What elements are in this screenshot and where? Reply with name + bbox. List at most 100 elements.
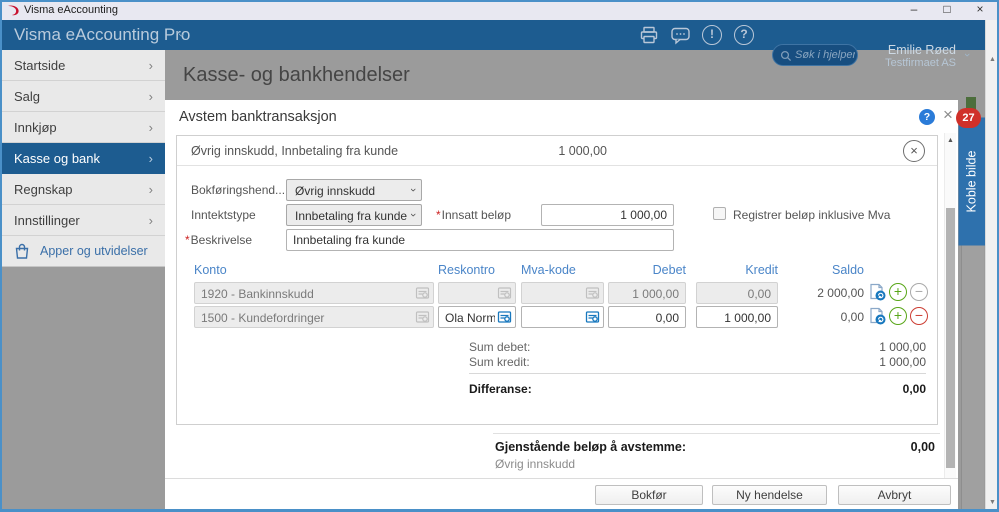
modal-help-icon[interactable]: ? bbox=[919, 109, 935, 125]
sum-debet-value: 1 000,00 bbox=[879, 340, 926, 354]
shopping-bag-icon bbox=[15, 243, 29, 259]
sidebar-item-label: Innstillinger bbox=[14, 213, 80, 228]
income-type-dropdown[interactable]: Innbetaling fra kunde › bbox=[286, 204, 422, 226]
remaining-label: Gjenstående beløp å avstemme: bbox=[495, 440, 687, 454]
chevron-down-icon: › bbox=[407, 213, 420, 217]
sum-kredit-label: Sum kredit: bbox=[469, 355, 530, 369]
remaining-divider bbox=[493, 433, 940, 434]
kredit-field: 0,00 bbox=[696, 282, 778, 304]
column-header-mva: Mva-kode bbox=[521, 263, 576, 277]
lookup-icon bbox=[497, 287, 512, 299]
remaining-value: 0,00 bbox=[910, 440, 935, 454]
kredit-field[interactable]: 1 000,00 bbox=[696, 306, 778, 328]
sidebar-item-apper-og-utvidelser[interactable]: Apper og utvidelser bbox=[0, 236, 165, 267]
mva-field bbox=[521, 282, 604, 304]
chevron-down-icon: › bbox=[407, 188, 420, 192]
scroll-down-icon[interactable]: ▼ bbox=[989, 499, 996, 506]
visma-logo-icon bbox=[8, 5, 19, 16]
window-close-button[interactable]: × bbox=[969, 0, 991, 20]
deposit-amount-label: *Innsatt beløp bbox=[436, 208, 511, 222]
scroll-up-icon[interactable]: ▲ bbox=[989, 56, 996, 63]
description-label-text: Beskrivelse bbox=[190, 233, 253, 247]
kredit-value: 1 000,00 bbox=[724, 311, 771, 325]
chevron-right-icon: › bbox=[148, 182, 153, 197]
deposit-amount-label-text: Innsatt beløp bbox=[441, 208, 512, 222]
sidebar-item-startside[interactable]: Startside › bbox=[0, 50, 165, 81]
saldo-value: 2 000,00 bbox=[817, 286, 864, 300]
reskontro-field bbox=[438, 282, 516, 304]
differanse-label: Differanse: bbox=[469, 382, 532, 396]
sidebar-item-salg[interactable]: Salg › bbox=[0, 81, 165, 112]
sidebar-item-kasse-og-bank[interactable]: Kasse og bank › bbox=[0, 143, 165, 174]
reskontro-value: Ola Norman bbox=[445, 311, 495, 325]
search-input[interactable] bbox=[795, 46, 855, 64]
bokfor-button[interactable]: Bokfør bbox=[595, 485, 703, 505]
mva-field[interactable] bbox=[521, 306, 604, 328]
print-icon[interactable] bbox=[639, 25, 659, 45]
chevron-right-icon: › bbox=[148, 89, 153, 104]
reskontro-field[interactable]: Ola Norman bbox=[438, 306, 516, 328]
koble-bilde-tab[interactable]: Koble bilde bbox=[958, 117, 986, 246]
income-type-value: Innbetaling fra kunde bbox=[295, 209, 408, 223]
app-name[interactable]: Visma eAccounting Pro bbox=[14, 25, 190, 45]
vat-inclusive-label: Registrer beløp inklusive Mva bbox=[733, 208, 891, 222]
chevron-right-icon: › bbox=[148, 120, 153, 135]
description-label: *Beskrivelse bbox=[185, 233, 252, 247]
remove-row-icon[interactable]: − bbox=[910, 307, 928, 325]
user-chevron-down-icon[interactable]: › bbox=[961, 53, 973, 57]
lookup-icon[interactable] bbox=[497, 310, 512, 325]
add-row-icon[interactable]: + bbox=[889, 307, 907, 325]
required-mark: * bbox=[185, 233, 190, 247]
modal-close-icon[interactable]: × bbox=[943, 105, 953, 125]
transaction-summary-amount: 1 000,00 bbox=[558, 144, 607, 158]
sidebar-item-label: Salg bbox=[14, 89, 41, 104]
journal-entry-icon[interactable] bbox=[868, 307, 887, 326]
remove-transaction-icon[interactable]: × bbox=[903, 140, 925, 162]
sidebar-item-innstillinger[interactable]: Innstillinger › bbox=[0, 205, 165, 236]
sidebar-item-label: Regnskap bbox=[14, 182, 73, 197]
column-header-kredit: Kredit bbox=[745, 263, 778, 277]
remaining-subtext: Øvrig innskudd bbox=[495, 457, 576, 471]
column-header-debet: Debet bbox=[652, 263, 686, 277]
notifications-icon[interactable]: ! bbox=[702, 25, 722, 45]
modal-title: Avstem banktransaksjon bbox=[179, 109, 337, 125]
app-header: Visma eAccounting Pro › ! ? Søk i hjelpe… bbox=[0, 20, 985, 69]
lookup-icon bbox=[585, 287, 600, 299]
sidebar-item-regnskap[interactable]: Regnskap › bbox=[0, 174, 165, 205]
page-title: Kasse- og bankhendelser bbox=[183, 64, 410, 86]
chevron-right-icon: › bbox=[148, 151, 153, 166]
transaction-card: Øvrig innskudd, Innbetaling fra kunde 1 … bbox=[176, 135, 938, 425]
debet-field[interactable]: 0,00 bbox=[608, 306, 686, 328]
lookup-icon[interactable] bbox=[585, 310, 600, 325]
description-input[interactable] bbox=[286, 229, 674, 251]
modal-scrollbar-thumb[interactable] bbox=[946, 208, 955, 468]
window-scrollbar[interactable]: ▲ ▼ bbox=[985, 20, 999, 512]
remove-row-icon[interactable]: − bbox=[910, 283, 928, 301]
ny-hendelse-button[interactable]: Ny hendelse bbox=[712, 485, 827, 505]
footer-divider bbox=[165, 478, 958, 479]
deposit-amount-input[interactable] bbox=[541, 204, 674, 226]
search-icon bbox=[780, 50, 792, 62]
user-menu[interactable]: Emilie Røed Testfirmaet AS bbox=[860, 43, 956, 69]
help-icon[interactable]: ? bbox=[734, 25, 754, 45]
debet-value: 1 000,00 bbox=[632, 287, 679, 301]
column-header-konto: Konto bbox=[194, 263, 227, 277]
sidebar-item-label: Apper og utvidelser bbox=[40, 244, 148, 258]
scroll-up-icon[interactable]: ▲ bbox=[947, 137, 954, 144]
avbryt-button[interactable]: Avbryt bbox=[838, 485, 951, 505]
feedback-chat-icon[interactable] bbox=[670, 25, 690, 45]
lookup-icon bbox=[415, 287, 430, 299]
sidebar-item-innkjop[interactable]: Innkjøp › bbox=[0, 112, 165, 143]
chevron-down-icon[interactable]: › bbox=[175, 33, 189, 37]
vat-inclusive-checkbox[interactable] bbox=[713, 207, 726, 220]
sum-debet-label: Sum debet: bbox=[469, 340, 531, 354]
sidebar-item-label: Kasse og bank bbox=[14, 151, 101, 166]
window-maximize-button[interactable]: □ bbox=[936, 0, 958, 20]
konto-field: 1500 - Kundefordringer bbox=[194, 306, 434, 328]
add-row-icon[interactable]: + bbox=[889, 283, 907, 301]
journal-entry-icon[interactable] bbox=[868, 283, 887, 302]
modal-scrollbar[interactable]: ▲ bbox=[944, 133, 956, 478]
debet-field: 1 000,00 bbox=[608, 282, 686, 304]
window-minimize-button[interactable]: – bbox=[903, 0, 925, 20]
event-type-dropdown[interactable]: Øvrig innskudd › bbox=[286, 179, 422, 201]
